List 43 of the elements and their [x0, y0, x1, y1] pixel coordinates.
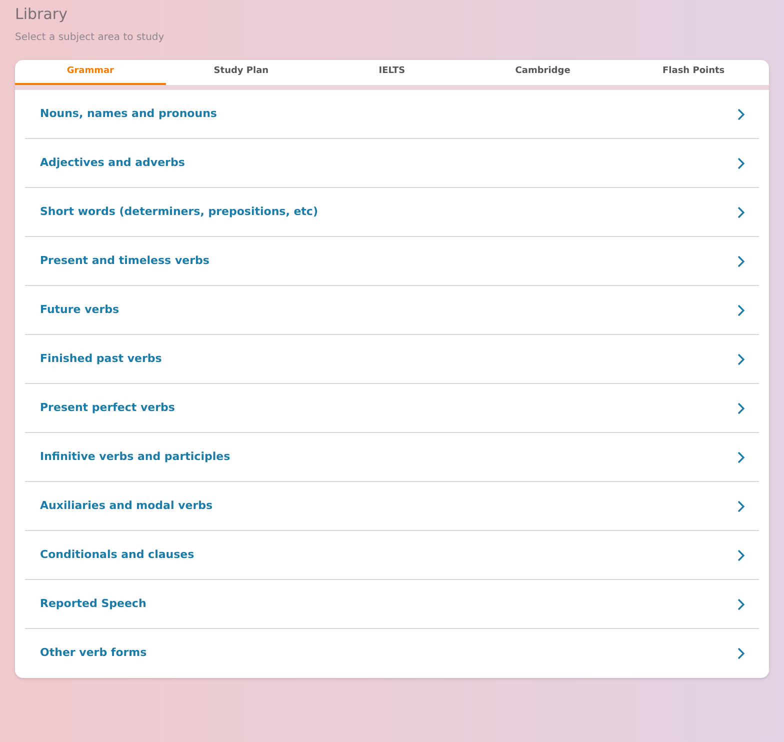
chevron-right-icon — [737, 548, 745, 562]
topic-row[interactable]: Present and timeless verbs — [25, 237, 759, 286]
chevron-right-icon — [737, 254, 745, 268]
topic-label: Conditionals and clauses — [40, 546, 194, 563]
topic-label: Present and timeless verbs — [40, 252, 210, 269]
topic-label: Short words (determiners, prepositions, etc) — [40, 204, 318, 220]
topic-row[interactable]: Short words (determiners, prepositions, etc) — [25, 188, 759, 237]
tab[interactable]: Cambridge — [467, 60, 618, 85]
chevron-right-icon — [737, 450, 745, 464]
topic-label: Infinitive verbs and participles — [40, 448, 230, 465]
chevron-right-icon — [737, 647, 745, 660]
chevron-right-icon — [737, 500, 745, 512]
topic-label: Other verb forms — [40, 645, 147, 662]
tab[interactable]: Flash Points — [618, 60, 769, 85]
topic-row[interactable]: Infinitive verbs and participles — [25, 433, 759, 482]
topic-row[interactable]: Finished past verbs — [25, 335, 759, 384]
topic-row[interactable]: Adjectives and adverbs — [25, 139, 759, 188]
chevron-right-icon — [737, 402, 745, 414]
topic-row[interactable]: Other verb forms — [25, 629, 759, 678]
chevron-right-icon — [737, 108, 745, 120]
page-title: Library — [15, 4, 68, 24]
chevron-right-icon — [737, 598, 745, 610]
topic-label: Reported Speech — [40, 596, 146, 612]
topic-row[interactable]: Auxiliaries and modal verbs — [25, 482, 759, 531]
chevron-right-icon — [737, 304, 745, 316]
tab[interactable]: Study Plan — [166, 60, 317, 85]
topic-label: Adjectives and adverbs — [40, 154, 185, 171]
topic-row[interactable]: Conditionals and clauses — [25, 531, 759, 580]
tab[interactable]: IELTS — [316, 60, 468, 85]
chevron-right-icon — [737, 156, 745, 170]
topic-row[interactable]: Reported Speech — [25, 580, 759, 629]
topic-row[interactable]: Future verbs — [25, 286, 759, 335]
topic-label: Finished past verbs — [40, 350, 162, 367]
chevron-right-icon — [737, 206, 745, 218]
topic-label: Nouns, names and pronouns — [40, 106, 217, 122]
topic-label: Future verbs — [40, 302, 120, 318]
chevron-right-icon — [737, 352, 745, 366]
topic-row[interactable]: Nouns, names and pronouns — [25, 90, 759, 139]
page-subtitle: Select a subject area to study — [15, 31, 166, 45]
topic-row[interactable]: Present perfect verbs — [25, 384, 759, 433]
tab[interactable]: Grammar — [15, 60, 166, 85]
topic-label: Auxiliaries and modal verbs — [40, 498, 213, 514]
topic-label: Present perfect verbs — [40, 400, 175, 416]
